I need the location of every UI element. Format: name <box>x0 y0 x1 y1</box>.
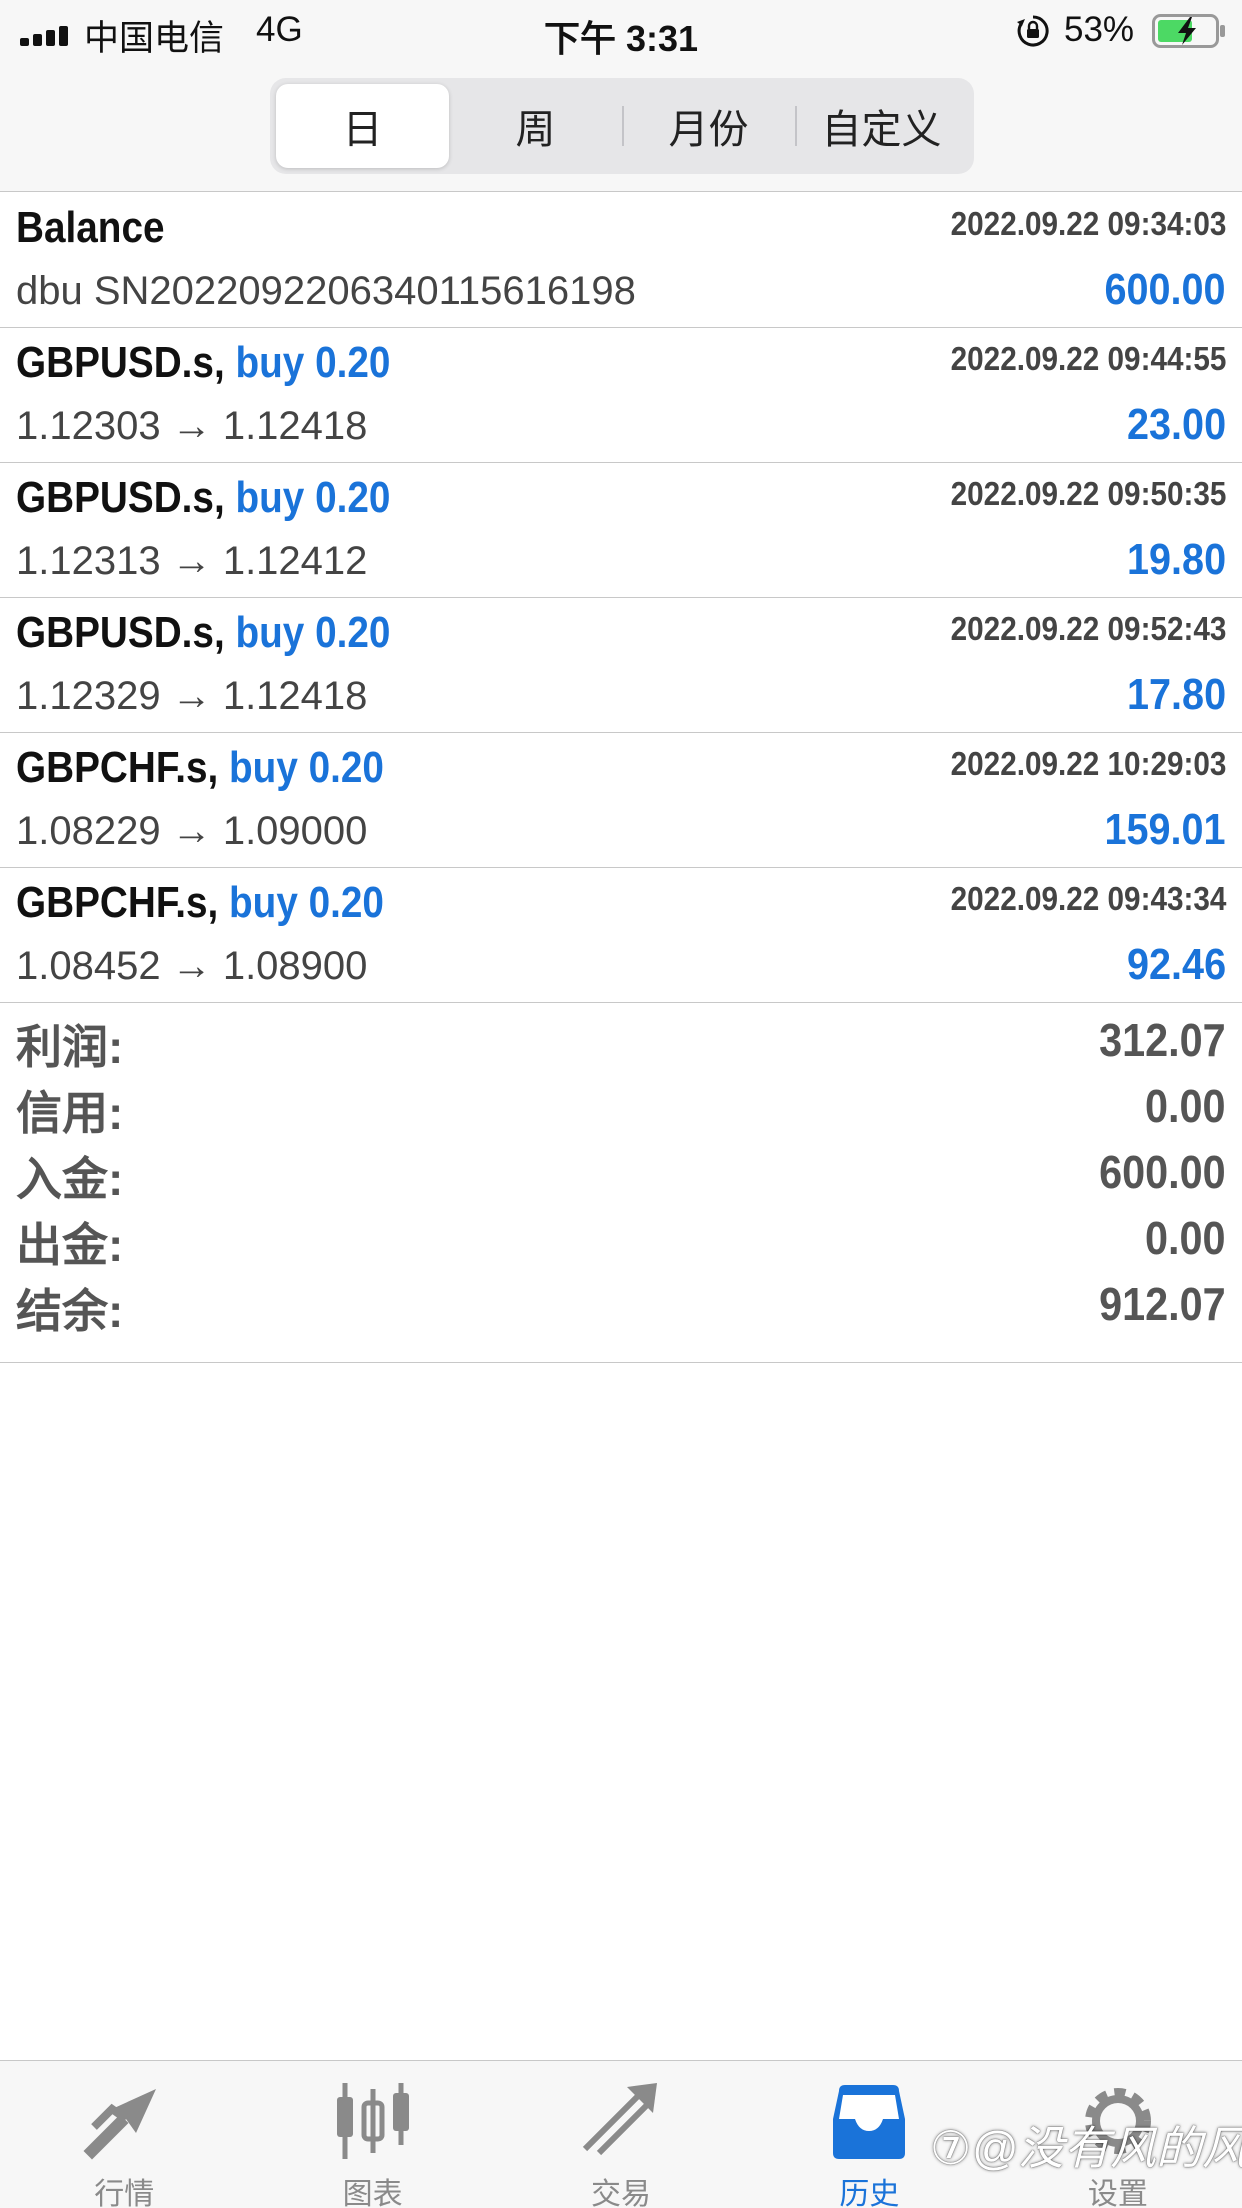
deal-amount: 17.80 <box>1126 670 1226 719</box>
deal-title: Balance <box>16 203 165 253</box>
deal-title: GBPUSD.s, buy 0.20 <box>16 608 390 658</box>
period-segmented-control: 日 周 月份 自定义 <box>270 78 974 174</box>
account-summary: 利润: 312.07 信用: 0.00 入金: 600.00 出金: 0.00 … <box>0 1003 1242 1363</box>
deal-row[interactable]: GBPUSD.s, buy 0.20 2022.09.22 09:50:35 1… <box>0 463 1242 598</box>
deal-symbol: GBPUSD.s, <box>16 473 225 522</box>
tab-label: 行情 <box>94 2178 155 2208</box>
deal-time: 2022.09.22 10:29:03 <box>950 745 1226 782</box>
deal-row[interactable]: GBPCHF.s, buy 0.20 2022.09.22 10:29:03 1… <box>0 733 1242 868</box>
deal-symbol: GBPCHF.s, <box>16 743 219 792</box>
deal-symbol: GBPUSD.s, <box>16 608 225 657</box>
tab-quotes[interactable]: 行情 <box>0 2061 248 2208</box>
tab-month[interactable]: 月份 <box>622 84 795 168</box>
status-time: 下午 3:31 <box>543 18 699 59</box>
summary-label: 利润: <box>16 1021 124 1073</box>
summary-row-withdrawal: 出金: 0.00 <box>0 1201 1242 1271</box>
deal-prices: 1.12303 → 1.12418 <box>16 404 368 448</box>
deal-title: GBPUSD.s, buy 0.20 <box>16 338 390 388</box>
summary-value: 0.00 <box>1145 1212 1226 1264</box>
tab-label: 图表 <box>342 2178 403 2208</box>
tab-day[interactable]: 日 <box>276 84 449 168</box>
deal-prices: 1.08229 → 1.09000 <box>16 809 368 853</box>
summary-row-deposit: 入金: 600.00 <box>0 1135 1242 1205</box>
deal-time: 2022.09.22 09:52:43 <box>950 610 1226 647</box>
summary-label: 入金: <box>16 1153 124 1205</box>
quotes-icon <box>83 2089 157 2160</box>
summary-value: 0.00 <box>1145 1080 1226 1132</box>
tab-custom[interactable]: 自定义 <box>795 84 968 168</box>
summary-value: 600.00 <box>1099 1146 1226 1198</box>
rotation-lock-icon <box>1017 15 1049 47</box>
deal-amount: 159.01 <box>1104 805 1226 854</box>
deal-title: GBPUSD.s, buy 0.20 <box>16 473 390 523</box>
deal-prices: 1.12313 → 1.12412 <box>16 539 368 583</box>
deal-comment: dbu SN2022092206340115616198 <box>16 269 636 313</box>
deal-row[interactable]: GBPCHF.s, buy 0.20 2022.09.22 09:43:34 1… <box>0 868 1242 1003</box>
deal-time: 2022.09.22 09:34:03 <box>950 205 1226 242</box>
deal-time: 2022.09.22 09:44:55 <box>950 340 1226 377</box>
deal-amount: 92.46 <box>1126 940 1226 989</box>
summary-value: 312.07 <box>1099 1014 1226 1066</box>
watermark: ⑦@没有风的风 <box>930 2122 1242 2174</box>
tab-label: 交易 <box>591 2178 652 2208</box>
summary-row-profit: 利润: 312.07 <box>0 1003 1242 1073</box>
deal-amount: 19.80 <box>1126 535 1226 584</box>
battery-percent: 53% <box>1064 10 1135 49</box>
deal-row-balance[interactable]: Balance 2022.09.22 09:34:03 dbu SN202209… <box>0 193 1242 328</box>
summary-label: 信用: <box>16 1087 124 1139</box>
deal-side: buy 0.20 <box>235 473 391 522</box>
status-bar: 中国电信 4G 下午 3:31 53% <box>0 0 1242 64</box>
deal-side: buy 0.20 <box>229 743 384 792</box>
summary-row-credit: 信用: 0.00 <box>0 1069 1242 1139</box>
deal-side: buy 0.20 <box>235 338 391 387</box>
deal-prices: 1.12329 → 1.12418 <box>16 674 368 718</box>
summary-label: 结余: <box>16 1285 124 1337</box>
deal-history-list: Balance 2022.09.22 09:34:03 dbu SN202209… <box>0 193 1242 1003</box>
deal-time: 2022.09.22 09:50:35 <box>950 475 1226 512</box>
summary-row-balance: 结余: 912.07 <box>0 1267 1242 1337</box>
deal-prices: 1.08452 → 1.08900 <box>16 944 368 988</box>
tab-trade[interactable]: 交易 <box>497 2061 745 2208</box>
deal-symbol: GBPCHF.s, <box>16 878 219 927</box>
tab-chart[interactable]: 图表 <box>248 2061 496 2208</box>
deal-side: buy 0.20 <box>235 608 391 657</box>
deal-amount: 600.00 <box>1104 265 1226 314</box>
deal-row[interactable]: GBPUSD.s, buy 0.20 2022.09.22 09:52:43 1… <box>0 598 1242 733</box>
deal-title: GBPCHF.s, buy 0.20 <box>16 878 384 928</box>
deal-symbol: GBPUSD.s, <box>16 338 225 387</box>
summary-value: 912.07 <box>1099 1278 1226 1330</box>
deal-side: buy 0.20 <box>229 878 384 927</box>
battery-charging-icon <box>1152 14 1225 48</box>
tab-week[interactable]: 周 <box>449 84 622 168</box>
deal-time: 2022.09.22 09:43:34 <box>950 880 1226 917</box>
summary-label: 出金: <box>16 1219 124 1271</box>
deal-symbol: Balance <box>16 203 165 252</box>
deal-title: GBPCHF.s, buy 0.20 <box>16 743 384 793</box>
history-icon <box>833 2085 906 2159</box>
deal-row[interactable]: GBPUSD.s, buy 0.20 2022.09.22 09:44:55 1… <box>0 328 1242 463</box>
trade-icon <box>582 2083 658 2156</box>
chart-icon <box>336 2083 409 2159</box>
deal-amount: 23.00 <box>1126 400 1226 449</box>
